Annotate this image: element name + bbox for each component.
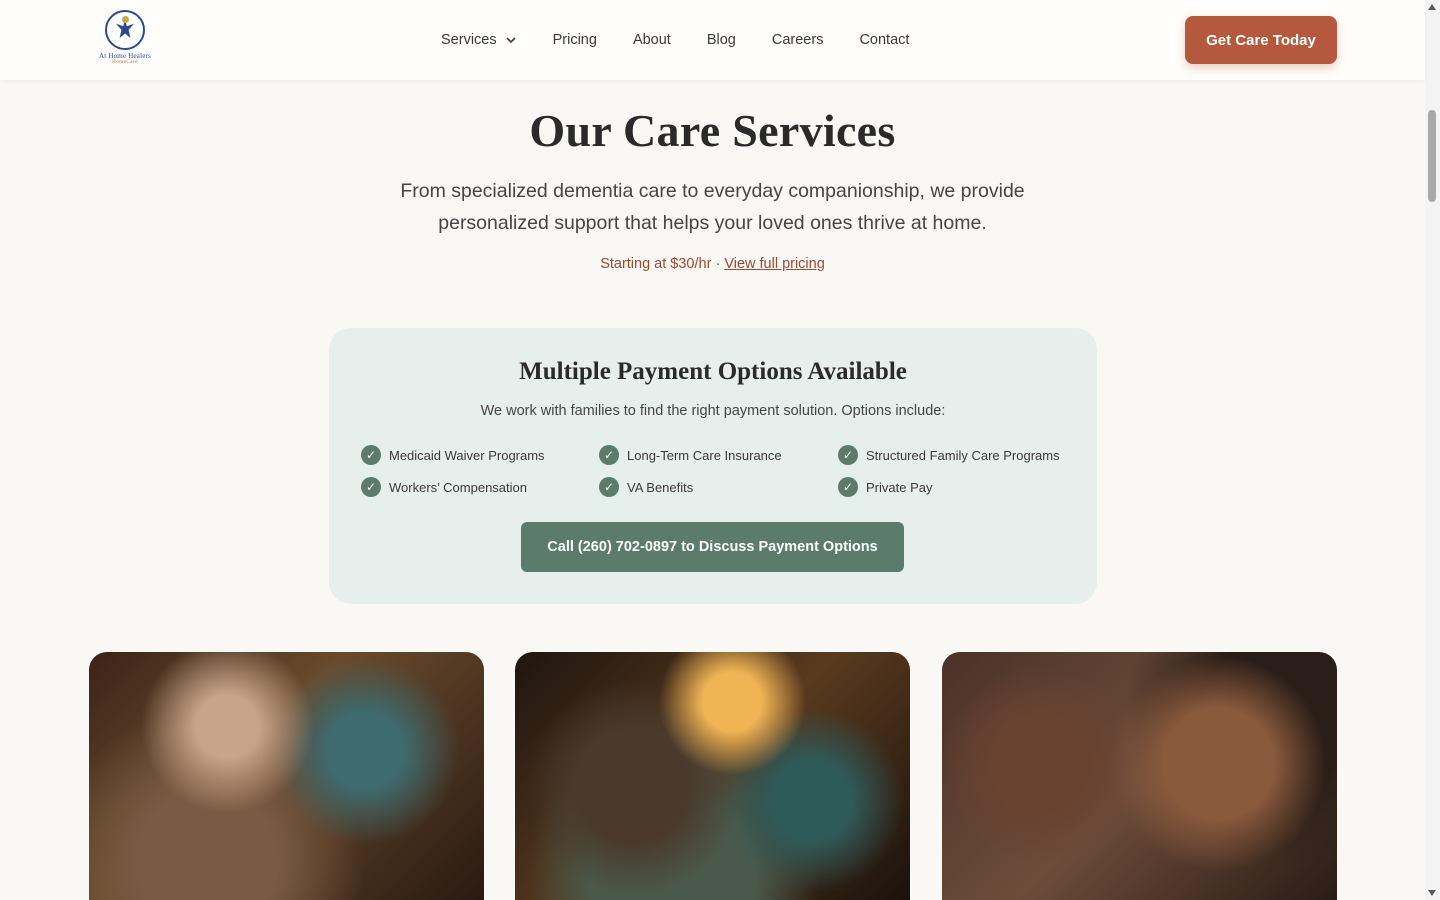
logo-sub: HomeCare: [112, 60, 138, 65]
payment-option: ✓ Workers’ Compensation: [361, 477, 527, 497]
pricing-note: Starting at $30/hr · View full pricing: [0, 256, 1425, 272]
payment-option-label: Workers’ Compensation: [389, 479, 527, 495]
call-payment-options-button[interactable]: Call (260) 702-0897 to Discuss Payment O…: [521, 522, 904, 572]
payment-option-label: VA Benefits: [627, 479, 694, 495]
chevron-down-icon: [506, 37, 515, 43]
check-icon: ✓: [361, 445, 381, 465]
nav-blog[interactable]: Blog: [707, 32, 736, 48]
payment-option: ✓ VA Benefits: [599, 477, 693, 497]
payment-option-label: Medicaid Waiver Programs: [389, 447, 545, 463]
scrollbar-thumb[interactable]: [1428, 110, 1436, 202]
get-care-today-button[interactable]: Get Care Today: [1185, 16, 1337, 64]
check-icon: ✓: [838, 477, 858, 497]
payment-option: ✓ Structured Family Care Programs: [838, 445, 1060, 465]
phoenix-logo-icon: [105, 10, 145, 50]
service-card-image[interactable]: [515, 652, 910, 900]
nav-pricing[interactable]: Pricing: [553, 32, 597, 48]
scroll-down-arrow-icon[interactable]: [1428, 890, 1436, 896]
check-icon: ✓: [361, 477, 381, 497]
main-nav: Services Pricing About Blog Careers Cont…: [441, 0, 945, 80]
page-subtitle: From specialized dementia care to everyd…: [400, 180, 1025, 234]
nav-services-label: Services: [441, 32, 497, 48]
check-icon: ✓: [599, 445, 619, 465]
nav-careers[interactable]: Careers: [772, 32, 824, 48]
payment-option-label: Private Pay: [866, 479, 933, 495]
payment-option: ✓ Private Pay: [838, 477, 932, 497]
payment-options-panel: Multiple Payment Options Available We wo…: [329, 328, 1097, 604]
payment-title: Multiple Payment Options Available: [519, 358, 907, 385]
site-logo[interactable]: At Home Healers HomeCare: [88, 10, 162, 68]
check-icon: ✓: [838, 445, 858, 465]
view-full-pricing-link[interactable]: View full pricing: [724, 256, 824, 272]
page-scrollbar[interactable]: [1425, 0, 1440, 900]
service-card-image[interactable]: [89, 652, 484, 900]
service-card-image[interactable]: [942, 652, 1337, 900]
nav-contact[interactable]: Contact: [859, 32, 909, 48]
payment-subtitle: We work with families to find the right …: [480, 403, 946, 419]
nav-services[interactable]: Services: [441, 32, 517, 48]
nav-about[interactable]: About: [633, 32, 671, 48]
pricing-text: Starting at $30/hr ·: [600, 256, 725, 272]
payment-option-label: Structured Family Care Programs: [866, 447, 1060, 463]
payment-option: ✓ Medicaid Waiver Programs: [361, 445, 545, 465]
payment-option: ✓ Long-Term Care Insurance: [599, 445, 782, 465]
site-header: At Home Healers HomeCare Services Pricin…: [0, 0, 1425, 80]
scroll-up-arrow-icon[interactable]: [1428, 4, 1436, 10]
check-icon: ✓: [599, 477, 619, 497]
page-title: Our Care Services: [529, 105, 896, 156]
payment-option-label: Long-Term Care Insurance: [627, 447, 782, 463]
logo-name: At Home Healers: [99, 52, 151, 60]
